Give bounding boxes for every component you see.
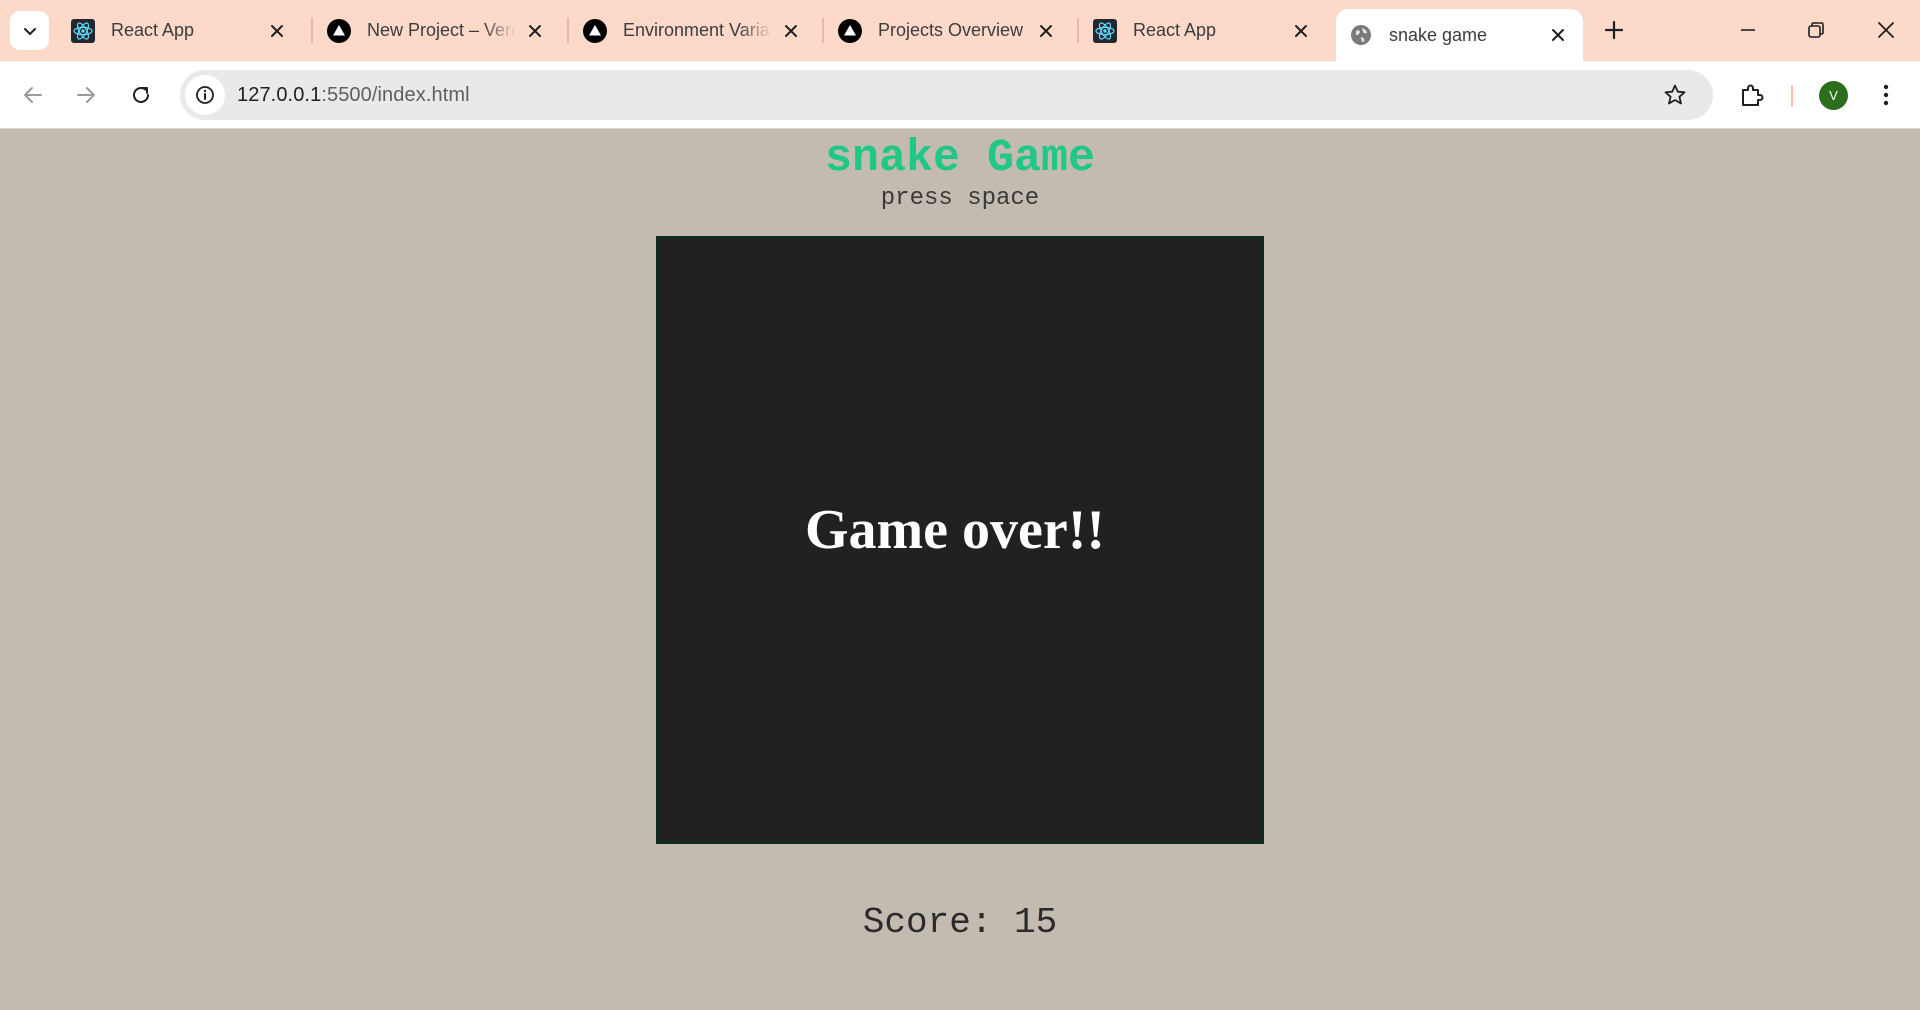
vercel-icon bbox=[838, 18, 862, 43]
reload-button[interactable] bbox=[121, 75, 161, 115]
tab-react-app-2[interactable]: React App bbox=[1080, 10, 1326, 51]
tab-title: Environment Variables bbox=[623, 20, 772, 40]
vercel-icon bbox=[583, 18, 607, 43]
game-title: snake Game bbox=[824, 133, 1096, 184]
arrow-left-icon bbox=[24, 87, 42, 103]
chevron-down-icon bbox=[23, 27, 36, 35]
extensions-button[interactable] bbox=[1732, 75, 1772, 115]
page-content: snake Game press space Game over!! Score… bbox=[0, 130, 1920, 1010]
info-icon bbox=[196, 86, 214, 104]
minimize-button[interactable] bbox=[1726, 8, 1770, 52]
back-button[interactable] bbox=[13, 75, 53, 115]
vercel-icon bbox=[327, 18, 351, 43]
close-window-button[interactable] bbox=[1864, 8, 1908, 52]
forward-button[interactable] bbox=[66, 75, 106, 115]
restore-icon bbox=[1808, 22, 1824, 38]
game-board[interactable]: Game over!! bbox=[656, 236, 1264, 844]
url-text[interactable]: 127.0.0.1:5500/index.html bbox=[237, 84, 470, 107]
react-icon bbox=[71, 18, 95, 43]
tab-separator bbox=[1077, 18, 1079, 43]
minimize-icon bbox=[1741, 29, 1755, 31]
browser-menu-button[interactable] bbox=[1870, 75, 1902, 115]
tab-new-project-vercel[interactable]: New Project – Vercel bbox=[314, 10, 560, 51]
new-tab-button[interactable] bbox=[1598, 14, 1630, 46]
tab-separator bbox=[311, 18, 313, 43]
tab-environment-variables[interactable]: Environment Variables bbox=[570, 10, 816, 51]
tab-title: New Project – Vercel bbox=[367, 20, 516, 40]
close-icon[interactable] bbox=[1290, 20, 1312, 42]
score-display: Score: 15 bbox=[862, 902, 1058, 943]
tab-strip: React App New Project – Vercel Environme… bbox=[0, 0, 1920, 61]
tab-react-app-1[interactable]: React App bbox=[58, 10, 302, 51]
close-icon bbox=[1878, 22, 1894, 38]
toolbar-divider bbox=[1791, 85, 1793, 107]
url-host: 127.0.0.1 bbox=[237, 83, 322, 106]
globe-icon bbox=[1349, 23, 1373, 47]
browser-toolbar: 127.0.0.1:5500/index.html V bbox=[0, 61, 1920, 129]
reload-icon bbox=[133, 86, 149, 103]
puzzle-icon bbox=[1742, 84, 1764, 106]
react-icon bbox=[1093, 18, 1117, 43]
arrow-right-icon bbox=[77, 87, 95, 103]
close-icon[interactable] bbox=[266, 20, 288, 42]
tab-title: Projects Overview bbox=[878, 20, 1024, 40]
bookmark-button[interactable] bbox=[1657, 77, 1693, 113]
url-path: :5500/index.html bbox=[321, 83, 470, 106]
tab-title: snake game bbox=[1389, 24, 1488, 45]
game-over-message: Game over!! bbox=[804, 499, 1106, 561]
tab-snake-game[interactable]: snake game bbox=[1336, 9, 1583, 61]
game-hint: press space bbox=[880, 185, 1040, 212]
tab-title: React App bbox=[1133, 20, 1217, 40]
close-icon[interactable] bbox=[1035, 20, 1057, 42]
site-info-button[interactable] bbox=[185, 75, 225, 115]
tab-search-button[interactable] bbox=[10, 11, 49, 50]
address-bar[interactable]: 127.0.0.1:5500/index.html bbox=[180, 70, 1713, 120]
restore-button[interactable] bbox=[1794, 8, 1838, 52]
tab-separator bbox=[822, 18, 824, 43]
close-icon[interactable] bbox=[780, 20, 802, 42]
tab-title: React App bbox=[111, 20, 195, 40]
tab-projects-overview[interactable]: Projects Overview bbox=[825, 10, 1071, 51]
star-icon bbox=[1664, 84, 1686, 105]
tab-separator bbox=[567, 18, 569, 43]
profile-avatar[interactable]: V bbox=[1819, 81, 1848, 110]
plus-icon bbox=[1604, 20, 1624, 40]
close-icon[interactable] bbox=[524, 20, 546, 42]
close-icon[interactable] bbox=[1547, 24, 1569, 46]
more-vertical-icon bbox=[1883, 84, 1889, 106]
